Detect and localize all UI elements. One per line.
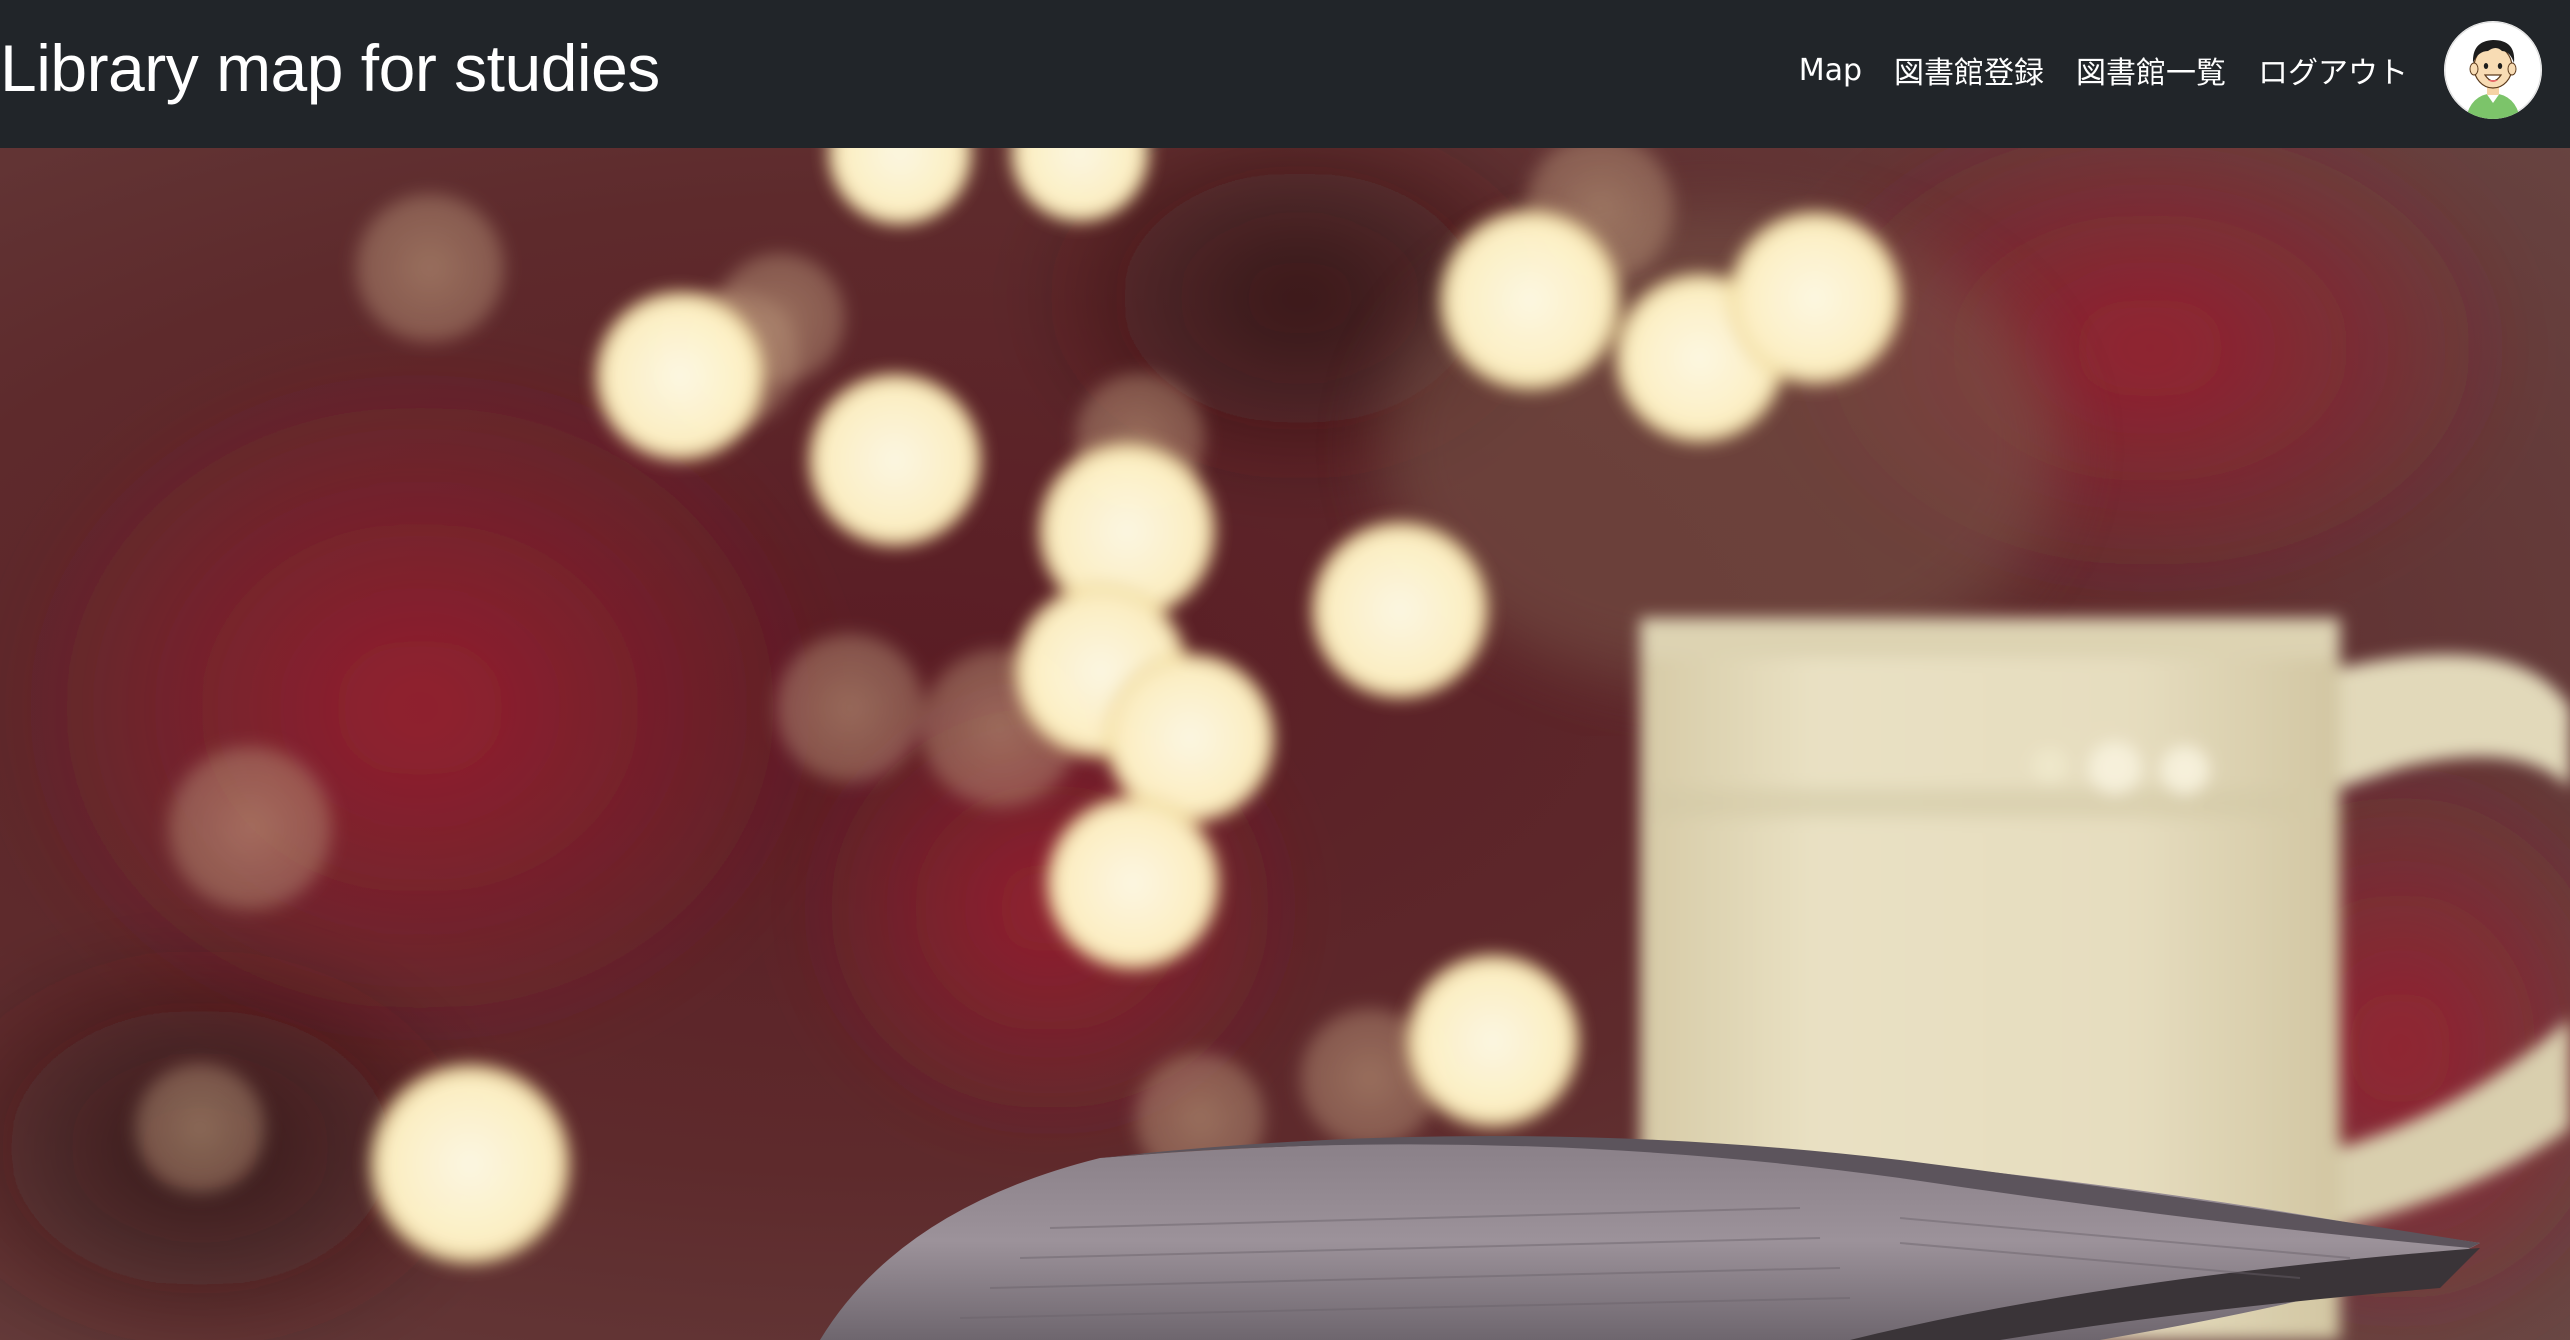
brand-title[interactable]: Library map for studies [0, 0, 660, 140]
top-navbar: Library map for studies Map 図書館登録 図書館一覧 … [0, 0, 2570, 148]
nav-link-library-list[interactable]: 図書館一覧 [2076, 48, 2226, 92]
nav-link-logout[interactable]: ログアウト [2258, 48, 2408, 92]
user-avatar-icon [2444, 21, 2542, 119]
bokeh-coffee-book-photo [0, 148, 2570, 1340]
nav-link-map[interactable]: Map [1799, 53, 1862, 88]
nav-link-library-register[interactable]: 図書館登録 [1894, 48, 2044, 92]
hero-image [0, 148, 2570, 1340]
user-avatar[interactable] [2444, 21, 2542, 119]
nav-links: Map 図書館登録 図書館一覧 ログアウト [1767, 0, 2570, 140]
